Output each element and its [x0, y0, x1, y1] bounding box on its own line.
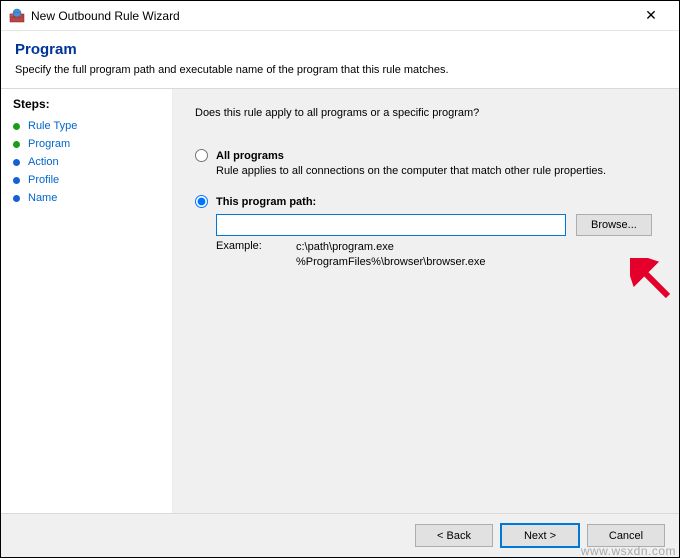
- cancel-button[interactable]: Cancel: [587, 524, 665, 547]
- sidebar-item-label: Name: [28, 192, 57, 204]
- program-path-input[interactable]: [216, 214, 566, 236]
- sidebar-item-profile[interactable]: Profile: [13, 171, 160, 189]
- example-line-2: %ProgramFiles%\browser\browser.exe: [296, 256, 486, 268]
- wizard-window: New Outbound Rule Wizard ✕ Program Speci…: [0, 0, 680, 558]
- radio-this-path-row[interactable]: This program path:: [195, 195, 657, 208]
- example-label: Example:: [216, 240, 272, 270]
- path-row: Browse...: [216, 214, 657, 236]
- window-title: New Outbound Rule Wizard: [31, 9, 631, 23]
- sidebar-item-label: Rule Type: [28, 120, 77, 132]
- bullet-icon: [13, 123, 20, 130]
- page-subtitle: Specify the full program path and execut…: [15, 64, 665, 76]
- browse-button[interactable]: Browse...: [576, 214, 652, 236]
- header: Program Specify the full program path an…: [1, 31, 679, 89]
- bullet-icon: [13, 141, 20, 148]
- sidebar-item-label: Action: [28, 156, 59, 168]
- option-all-programs: All programs Rule applies to all connect…: [195, 149, 657, 177]
- radio-all-programs-row[interactable]: All programs: [195, 149, 657, 162]
- back-button[interactable]: < Back: [415, 524, 493, 547]
- bullet-icon: [13, 159, 20, 166]
- sidebar-item-program[interactable]: Program: [13, 135, 160, 153]
- sidebar-item-label: Program: [28, 138, 70, 150]
- radio-this-program-path[interactable]: [195, 195, 208, 208]
- bullet-icon: [13, 195, 20, 202]
- option-label: All programs: [216, 150, 284, 162]
- radio-all-programs[interactable]: [195, 149, 208, 162]
- page-title: Program: [15, 41, 665, 58]
- question-text: Does this rule apply to all programs or …: [195, 107, 657, 119]
- steps-heading: Steps:: [13, 97, 160, 111]
- close-button[interactable]: ✕: [631, 2, 671, 30]
- sidebar: Steps: Rule Type Program Action Profile …: [1, 89, 173, 513]
- titlebar: New Outbound Rule Wizard ✕: [1, 1, 679, 31]
- sidebar-item-name[interactable]: Name: [13, 189, 160, 207]
- example-lines: c:\path\program.exe %ProgramFiles%\brows…: [296, 240, 486, 270]
- bullet-icon: [13, 177, 20, 184]
- option-this-program-path: This program path: Browse... Example: c:…: [195, 195, 657, 270]
- option-description: Rule applies to all connections on the c…: [216, 165, 657, 177]
- option-label: This program path:: [216, 196, 316, 208]
- body: Steps: Rule Type Program Action Profile …: [1, 89, 679, 513]
- next-button[interactable]: Next >: [501, 524, 579, 547]
- sidebar-item-action[interactable]: Action: [13, 153, 160, 171]
- example-row: Example: c:\path\program.exe %ProgramFil…: [216, 240, 657, 270]
- main-panel: Does this rule apply to all programs or …: [173, 89, 679, 513]
- example-line-1: c:\path\program.exe: [296, 241, 394, 253]
- sidebar-item-rule-type[interactable]: Rule Type: [13, 117, 160, 135]
- firewall-icon: [9, 8, 25, 24]
- footer: < Back Next > Cancel: [1, 513, 679, 557]
- sidebar-item-label: Profile: [28, 174, 59, 186]
